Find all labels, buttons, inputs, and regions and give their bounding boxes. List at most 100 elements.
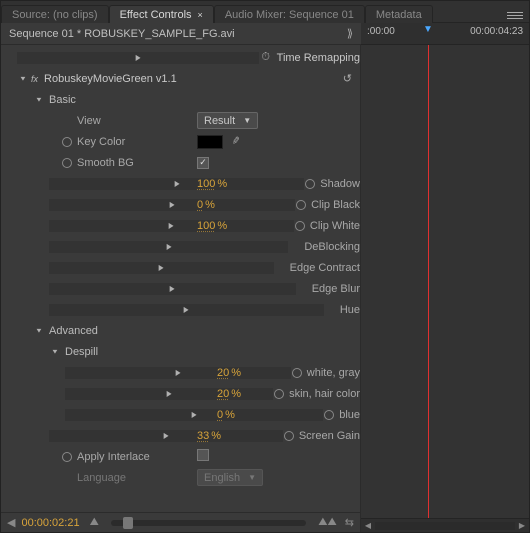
scroll-right-icon[interactable]: ▶	[515, 520, 529, 532]
panel-menu-icon[interactable]	[507, 8, 523, 22]
chevron-down-icon: ▼	[243, 116, 251, 125]
param-smooth-bg: Smooth BG	[1, 152, 360, 173]
expand-icon[interactable]	[33, 325, 45, 337]
expand-icon[interactable]	[49, 178, 304, 190]
scroll-track[interactable]	[375, 522, 515, 530]
param-label: DeBlocking	[304, 241, 360, 253]
tab-effect-controls[interactable]: Effect Controls×	[109, 5, 214, 23]
stopwatch-icon[interactable]	[273, 388, 285, 400]
group-advanced[interactable]: Advanced	[1, 320, 360, 341]
tab-metadata[interactable]: Metadata	[365, 5, 433, 23]
expand-icon[interactable]	[49, 220, 294, 232]
param-label: Clip White	[310, 220, 360, 232]
stopwatch-icon[interactable]	[283, 430, 295, 442]
playhead-icon[interactable]: ▼	[423, 24, 433, 35]
color-swatch[interactable]	[197, 135, 223, 149]
zoom-slider[interactable]	[111, 520, 306, 526]
expand-icon[interactable]	[65, 367, 291, 379]
param-label: Screen Gain	[299, 430, 360, 442]
expand-icon[interactable]	[49, 304, 324, 316]
param-label: skin, hair color	[289, 388, 360, 400]
clip-breadcrumb: Sequence 01 * ROBUSKEY_SAMPLE_FG.avi	[9, 28, 235, 40]
param-label: Key Color	[77, 136, 125, 148]
stopwatch-icon[interactable]	[61, 157, 73, 169]
expand-icon[interactable]	[65, 409, 323, 421]
dropdown-value: English	[204, 472, 240, 484]
fx-badge-icon[interactable]: fx	[31, 74, 38, 84]
timeline-scrollbar[interactable]: ◀ ▶	[361, 518, 529, 532]
param-despill-white-gray: white, gray 20%	[1, 362, 360, 383]
parameter-tree: ⏱ Time Remapping fx RobuskeyMovieGreen v…	[1, 45, 361, 532]
timeline-body[interactable]	[361, 45, 529, 518]
shadow-value[interactable]: 100	[197, 178, 215, 190]
tab-source[interactable]: Source: (no clips)	[1, 5, 109, 23]
current-timecode[interactable]: 00:00:02:21	[21, 517, 79, 529]
group-basic[interactable]: Basic	[1, 89, 360, 110]
param-deblocking[interactable]: DeBlocking	[1, 236, 360, 257]
expand-icon[interactable]	[49, 241, 288, 253]
chevron-down-icon: ▼	[248, 473, 256, 482]
stopwatch-icon[interactable]	[61, 136, 73, 148]
zoom-thumb[interactable]	[123, 517, 133, 529]
stopwatch-icon[interactable]	[323, 409, 335, 421]
left-footer: ◀ 00:00:02:21 ⛰ ⛰⛰ ⇆	[1, 512, 360, 532]
white-gray-value[interactable]: 20	[217, 367, 229, 379]
group-despill[interactable]: Despill	[1, 341, 360, 362]
screen-gain-value[interactable]: 33	[197, 430, 209, 442]
panel-tabbar: Source: (no clips) Effect Controls× Audi…	[1, 1, 529, 23]
zoom-in-icon[interactable]: ⛰⛰	[318, 516, 336, 529]
apply-interlace-checkbox[interactable]	[197, 449, 209, 461]
effect-time-remapping[interactable]: ⏱ Time Remapping	[1, 47, 360, 68]
toggle-icon[interactable]: ⇆	[345, 516, 354, 529]
stopwatch-icon[interactable]	[295, 199, 307, 211]
close-icon[interactable]: ×	[198, 10, 203, 20]
param-label: Apply Interlace	[77, 451, 150, 463]
expand-icon[interactable]	[49, 346, 61, 358]
dropdown-value: Result	[204, 115, 235, 127]
eyedropper-icon[interactable]	[232, 135, 244, 147]
effect-label: RobuskeyMovieGreen v1.1	[44, 73, 177, 85]
tab-audio-mixer[interactable]: Audio Mixer: Sequence 01	[214, 5, 365, 23]
param-screen-gain: Screen Gain 33%	[1, 425, 360, 446]
param-label: Hue	[340, 304, 360, 316]
param-hue[interactable]: Hue	[1, 299, 360, 320]
param-clip-black: Clip Black 0%	[1, 194, 360, 215]
stopwatch-icon[interactable]	[61, 451, 73, 463]
expand-icon[interactable]	[49, 199, 295, 211]
clip-header: Sequence 01 * ROBUSKEY_SAMPLE_FG.avi ⟫ :…	[1, 23, 529, 45]
clip-black-value[interactable]: 0	[197, 199, 203, 211]
param-edge-contract[interactable]: Edge Contract	[1, 257, 360, 278]
param-edge-blur[interactable]: Edge Blur	[1, 278, 360, 299]
param-apply-interlace: Apply Interlace	[1, 446, 360, 467]
stopwatch-icon[interactable]	[304, 178, 316, 190]
current-time-indicator[interactable]	[428, 45, 429, 518]
blue-value[interactable]: 0	[217, 409, 223, 421]
param-language: Language English ▼	[1, 467, 360, 488]
param-label: Edge Contract	[290, 262, 360, 274]
param-clip-white: Clip White 100%	[1, 215, 360, 236]
scroll-left-icon[interactable]: ◀	[361, 520, 375, 532]
expand-icon[interactable]	[49, 262, 274, 274]
expand-icon[interactable]	[33, 94, 45, 106]
expand-icon[interactable]	[49, 430, 283, 442]
stopwatch-icon[interactable]	[291, 367, 303, 379]
zoom-out-icon[interactable]: ⛰	[90, 516, 99, 529]
ruler-end-tc: 00:00:04:23	[470, 26, 523, 37]
expand-icon[interactable]	[65, 388, 273, 400]
expand-icon[interactable]	[17, 73, 29, 85]
smooth-bg-checkbox[interactable]	[197, 157, 209, 169]
view-dropdown[interactable]: Result ▼	[197, 112, 258, 129]
reset-effect-icon[interactable]: ↺	[343, 72, 352, 85]
group-label: Despill	[65, 346, 98, 358]
skin-hair-value[interactable]: 20	[217, 388, 229, 400]
clip-white-value[interactable]: 100	[197, 220, 215, 232]
language-dropdown: English ▼	[197, 469, 263, 486]
go-to-prev-icon[interactable]: ◀	[7, 516, 15, 529]
group-label: Advanced	[49, 325, 98, 337]
stopwatch-icon[interactable]	[294, 220, 306, 232]
effect-robuskey[interactable]: fx RobuskeyMovieGreen v1.1 ↺	[1, 68, 360, 89]
timeline-ruler[interactable]: :00:00 ▼ 00:00:04:23	[361, 23, 529, 45]
expand-icon[interactable]	[49, 283, 296, 295]
show-hide-timeline-icon[interactable]: ⟫	[347, 27, 353, 40]
expand-icon[interactable]	[17, 52, 259, 64]
